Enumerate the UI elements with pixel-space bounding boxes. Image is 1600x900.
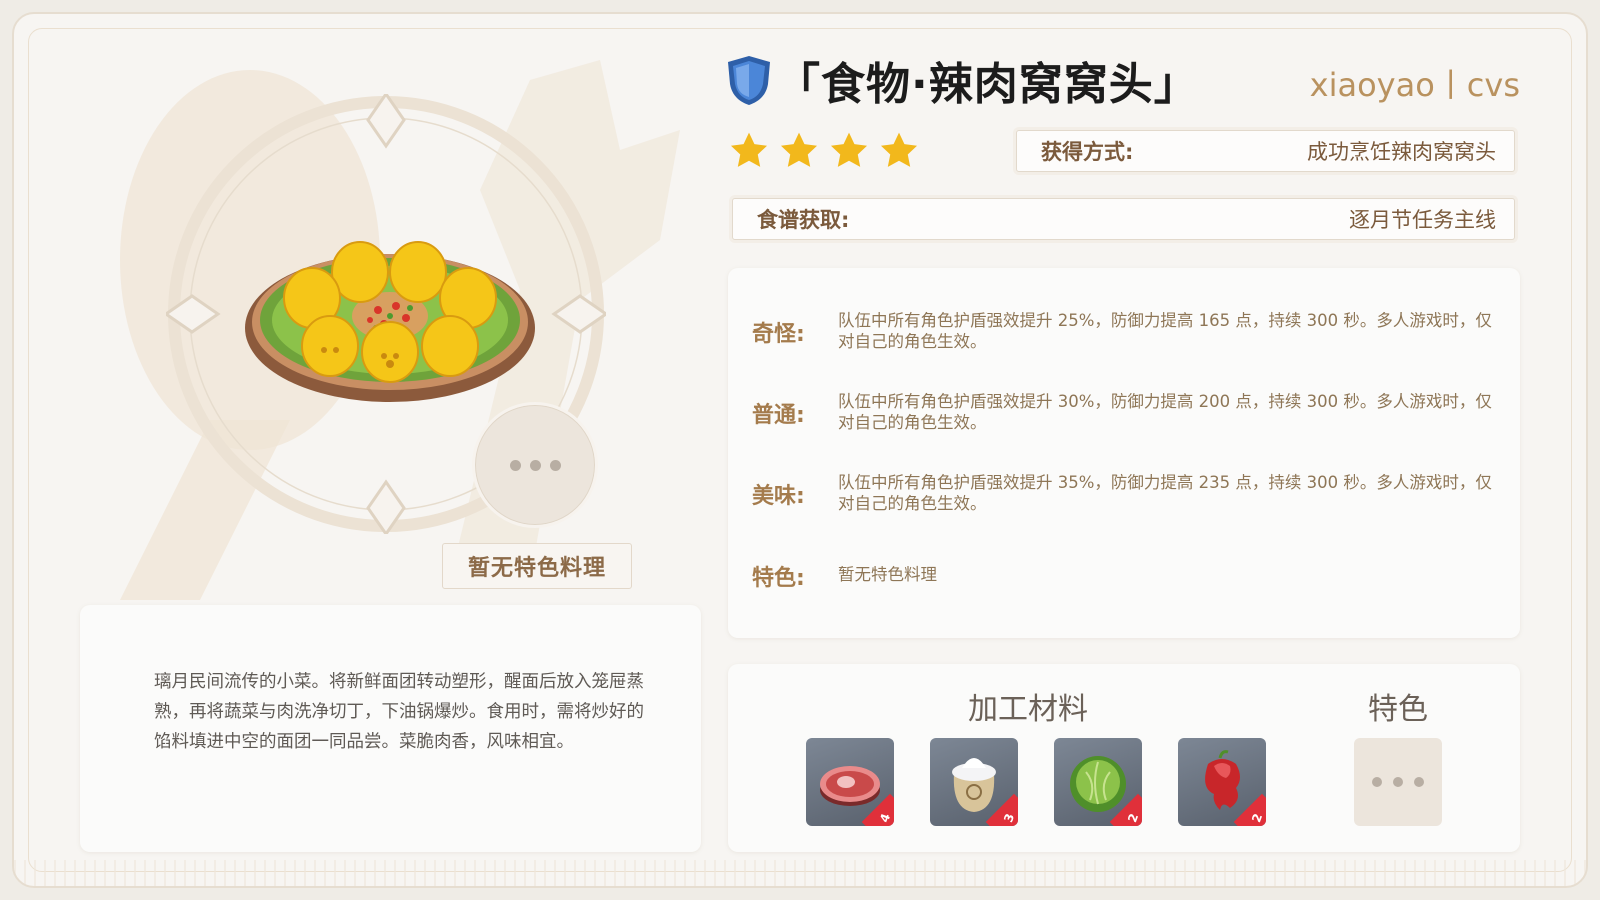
cabbage-icon [1070, 756, 1126, 812]
special-material-slot[interactable] [1354, 738, 1442, 826]
special-dish-tag: 暂无特色料理 [442, 543, 632, 589]
effect-text: 队伍中所有角色护盾强效提升 30%，防御力提高 200 点，持续 300 秒。多… [838, 392, 1492, 432]
ellipsis-dot-icon [1414, 777, 1424, 787]
effect-text: 暂无特色料理 [838, 565, 937, 584]
effect-label: 奇怪: [752, 322, 805, 347]
material-slot-cabbage[interactable]: 2 [1054, 738, 1142, 826]
description-card: 璃月民间流传的小菜。将新鲜面团转动塑形，醒面后放入笼屉蒸熟，再将蔬菜与肉洗净切丁… [80, 605, 701, 852]
materials-card: 加工材料 特色 4 3 2 2 [728, 664, 1520, 852]
effect-text: 队伍中所有角色护盾强效提升 25%，防御力提高 165 点，持续 300 秒。多… [838, 311, 1492, 351]
ellipsis-dot-icon [1372, 777, 1382, 787]
star-icon [730, 132, 768, 167]
page-title: 「食物·辣肉窝窝头」 [776, 59, 1199, 110]
materials-heading: 加工材料 [968, 692, 1088, 727]
description-text: 璃月民间流传的小菜。将新鲜面团转动塑形，醒面后放入笼屉蒸熟，再将蔬菜与肉洗净切丁… [154, 672, 644, 752]
effect-label: 普通: [752, 403, 805, 428]
effect-label: 特色: [752, 566, 805, 591]
jueyun-chili-icon [1205, 750, 1240, 810]
material-slot-raw-meat[interactable]: 4 [806, 738, 894, 826]
decorative-band [14, 860, 1586, 886]
raw-meat-icon [820, 766, 880, 806]
recipe-source-label: 食谱获取: [757, 208, 850, 232]
star-icon [880, 132, 918, 167]
obtain-method-value: 成功烹饪辣肉窝窝头 [1307, 140, 1496, 164]
flour-sack-icon [952, 758, 996, 812]
ellipsis-dot-icon [529, 459, 541, 471]
effects-card: 奇怪: 队伍中所有角色护盾强效提升 25%，防御力提高 165 点，持续 300… [728, 268, 1520, 638]
star-icon [780, 132, 818, 167]
ellipsis-dot-icon [509, 459, 521, 471]
shield-icon [728, 56, 770, 105]
special-heading: 特色 [1368, 692, 1428, 727]
author-credit: xiaoyao丨cvs [1309, 66, 1520, 104]
material-slot-jueyun-chili[interactable]: 2 [1178, 738, 1266, 826]
rarity-stars [728, 130, 920, 172]
obtain-method-label: 获得方式: [1041, 140, 1134, 164]
star-icon [830, 132, 868, 167]
recipe-source-value: 逐月节任务主线 [1349, 208, 1496, 232]
obtain-method-box: 获得方式: 成功烹饪辣肉窝窝头 [1016, 130, 1515, 172]
ellipsis-dot-icon [1393, 777, 1403, 787]
material-slot-flour[interactable]: 3 [930, 738, 1018, 826]
spicy-meat-wowotou-dish-icon [245, 241, 535, 402]
effect-text: 队伍中所有角色护盾强效提升 35%，防御力提高 235 点，持续 300 秒。多… [838, 473, 1492, 513]
ellipsis-dot-icon [549, 459, 561, 471]
special-dish-slot[interactable] [472, 402, 598, 528]
recipe-source-box: 食谱获取: 逐月节任务主线 [732, 198, 1515, 240]
effect-label: 美味: [752, 484, 805, 509]
